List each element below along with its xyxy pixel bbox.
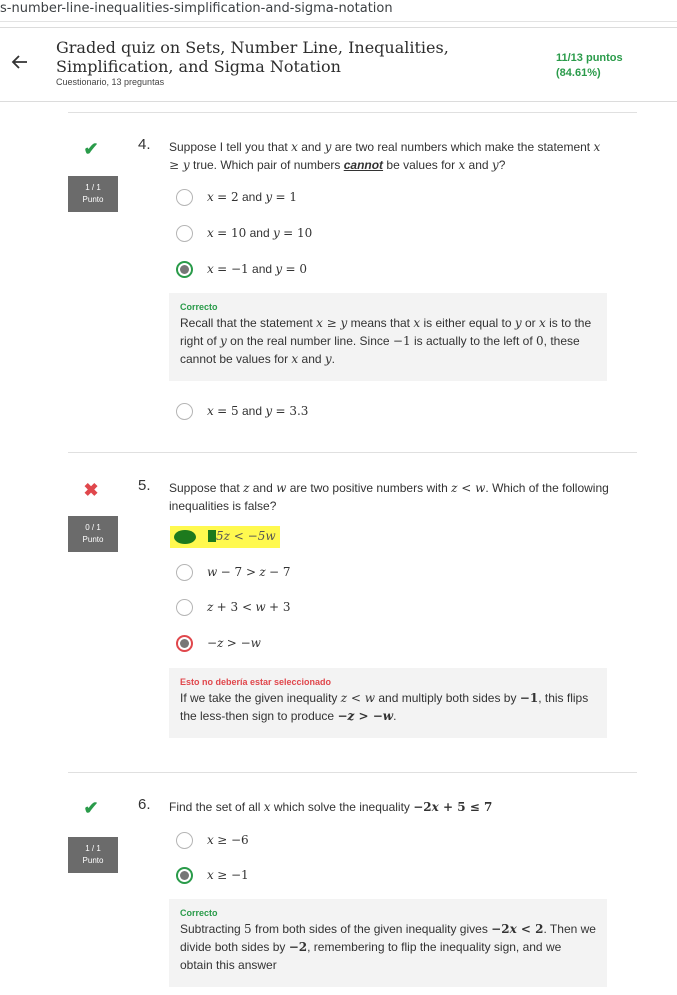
quiz-subtitle: Cuestionario, 13 preguntas [56, 77, 165, 87]
incorrect-x-icon: ✖ [83, 480, 99, 500]
radio-button[interactable] [176, 225, 193, 242]
radio-button[interactable] [176, 403, 193, 420]
question-number: 5. [138, 477, 151, 494]
quiz-score: 11/13 puntos (84.61%) [556, 51, 623, 81]
browser-url-bar[interactable]: s-number-line-inequalities-simplificatio… [0, 0, 677, 22]
correct-check-icon: ✔ [83, 798, 99, 818]
badge-score: 1 / 1 [85, 183, 101, 192]
feedback-body: Subtracting 5 from both sides of the giv… [180, 922, 596, 972]
option-label: z + 3 < w + 3 [207, 600, 291, 614]
radio-button[interactable] [176, 564, 193, 581]
divider [68, 452, 637, 453]
badge-score: 0 / 1 [85, 523, 101, 532]
highlighted-answer-option[interactable]: 5z < −5w [170, 526, 280, 548]
badge-score: 1 / 1 [85, 844, 101, 853]
question-number: 6. [138, 796, 151, 813]
divider [68, 112, 637, 113]
option-label: 5z < −5w [216, 529, 276, 543]
option-label: x = 5 and y = 3.3 [207, 404, 309, 418]
badge-label: Punto [82, 856, 104, 865]
score-percent: (84.61%) [556, 67, 601, 79]
divider [68, 772, 637, 773]
radio-button-selected-correct[interactable] [176, 261, 193, 278]
option-label: x ≥ −6 [207, 833, 249, 847]
option-label: x = −1 and y = 0 [207, 262, 308, 276]
option-label: x = 10 and y = 10 [207, 226, 313, 240]
option-label: x ≥ −1 [207, 868, 249, 882]
badge-label: Punto [82, 195, 104, 204]
highlight-mark [208, 530, 216, 542]
points-badge: 1 / 1 Punto [68, 176, 118, 212]
url-text: s-number-line-inequalities-simplificatio… [0, 1, 393, 16]
question-number: 4. [138, 136, 151, 153]
quiz-header: Graded quiz on Sets, Number Line, Inequa… [0, 27, 677, 102]
radio-button-selected-correct[interactable] [176, 867, 193, 884]
radio-button[interactable] [176, 832, 193, 849]
feedback-box: Esto no debería estar seleccionado If we… [169, 668, 607, 738]
correct-check-icon: ✔ [83, 139, 99, 159]
badge-label: Punto [82, 535, 104, 544]
feedback-box: Correcto Recall that the statement x ≥ y… [169, 293, 607, 381]
option-label: −z > −w [207, 636, 261, 650]
highlight-mark [174, 530, 196, 544]
question-text: Suppose I tell you that x and y are two … [169, 140, 601, 172]
score-points: 11/13 puntos [556, 52, 623, 64]
question-text: Suppose that z and w are two positive nu… [169, 481, 609, 513]
option-label: x = 2 and y = 1 [207, 190, 297, 204]
question-text: Find the set of all x which solve the in… [169, 800, 493, 814]
points-badge: 1 / 1 Punto [68, 837, 118, 873]
feedback-title: Esto no debería estar seleccionado [180, 677, 332, 687]
radio-button[interactable] [176, 599, 193, 616]
feedback-box: Correcto Subtracting 5 from both sides o… [169, 899, 607, 987]
option-label: w − 7 > z − 7 [207, 565, 291, 579]
radio-button[interactable] [176, 189, 193, 206]
back-arrow-icon[interactable] [10, 52, 30, 72]
feedback-body: Recall that the statement x ≥ y means th… [180, 316, 592, 366]
points-badge: 0 / 1 Punto [68, 516, 118, 552]
feedback-title: Correcto [180, 908, 218, 918]
radio-button-selected-wrong[interactable] [176, 635, 193, 652]
feedback-body: If we take the given inequality z < w an… [180, 691, 589, 723]
feedback-title: Correcto [180, 302, 218, 312]
quiz-title: Graded quiz on Sets, Number Line, Inequa… [56, 38, 449, 76]
